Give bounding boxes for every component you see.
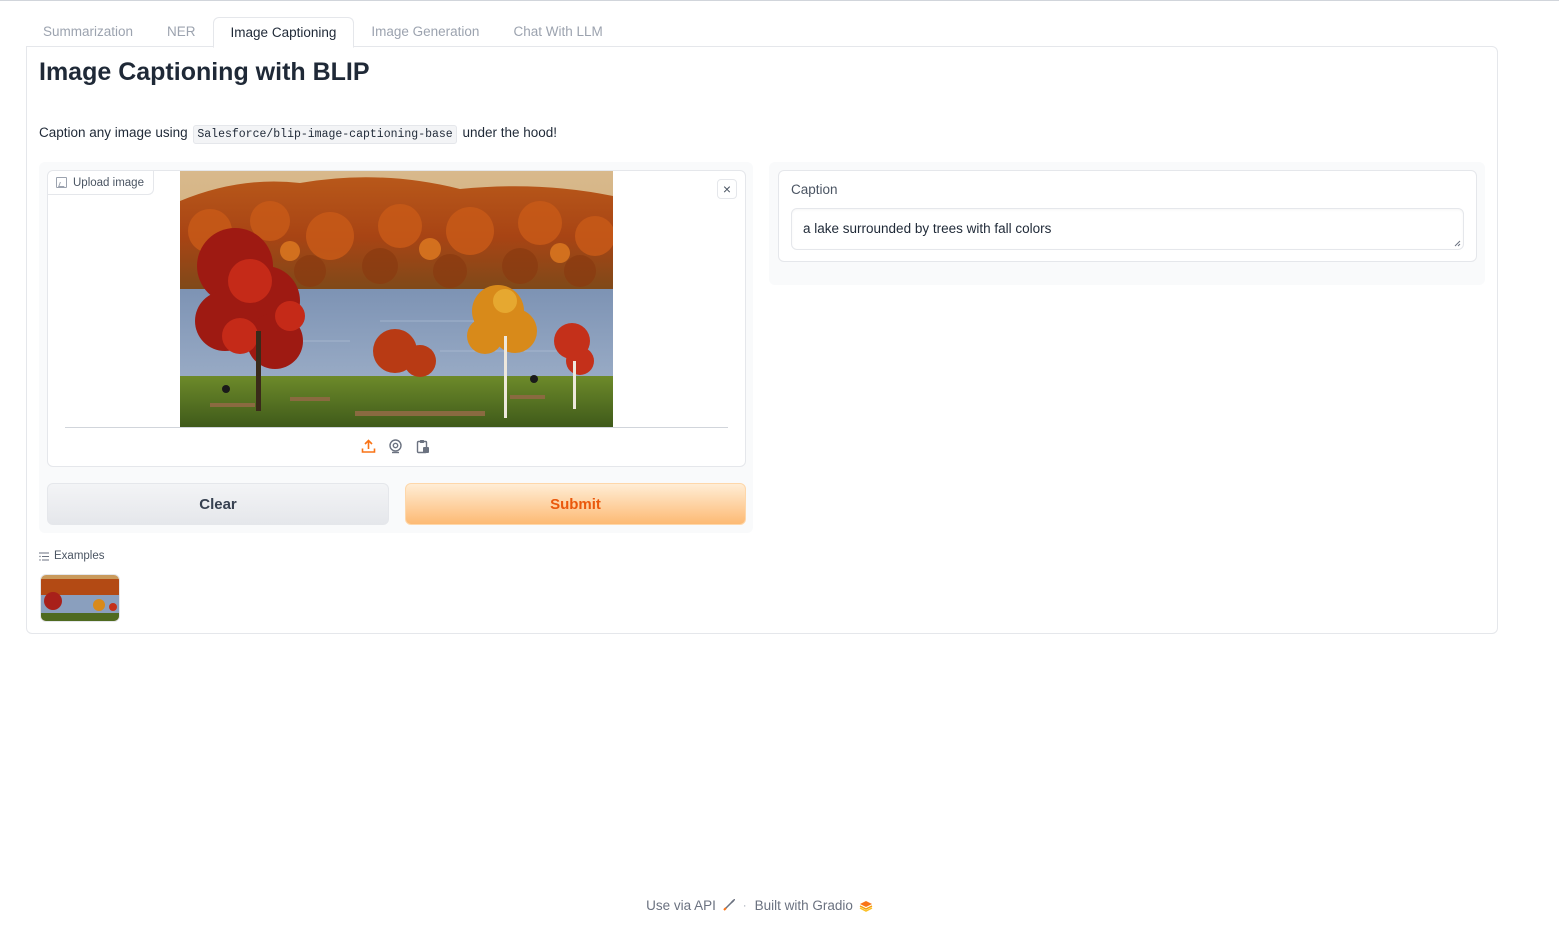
rocket-icon bbox=[723, 899, 735, 911]
examples-label: Examples bbox=[54, 550, 105, 562]
top-divider bbox=[0, 0, 1559, 1]
upload-icon[interactable] bbox=[359, 437, 377, 455]
description-prefix: Caption any image using bbox=[39, 125, 188, 140]
page-title: Image Captioning with BLIP bbox=[39, 58, 370, 86]
built-with-gradio-link[interactable]: Built with Gradio bbox=[755, 898, 873, 913]
examples-header: Examples bbox=[39, 550, 105, 562]
caption-textbox[interactable]: a lake surrounded by trees with fall col… bbox=[791, 208, 1464, 250]
description-suffix: under the hood! bbox=[462, 125, 558, 140]
submit-button[interactable]: Submit bbox=[405, 483, 746, 525]
footer-separator: · bbox=[742, 899, 747, 912]
image-input-label-text: Upload image bbox=[73, 176, 144, 189]
image-input-label: Upload image bbox=[48, 171, 154, 195]
tab-image-generation[interactable]: Image Generation bbox=[354, 17, 496, 47]
use-via-api-link[interactable]: Use via API bbox=[646, 898, 735, 913]
webcam-icon[interactable] bbox=[386, 437, 404, 455]
image-divider bbox=[65, 427, 728, 428]
resize-grip-icon[interactable] bbox=[1454, 240, 1461, 247]
example-thumbnail[interactable] bbox=[40, 574, 120, 622]
clear-button[interactable]: Clear bbox=[47, 483, 389, 525]
gradio-logo-icon bbox=[859, 900, 873, 912]
clear-image-button[interactable]: × bbox=[717, 179, 737, 199]
list-icon bbox=[39, 552, 49, 561]
use-via-api-label: Use via API bbox=[646, 898, 716, 913]
model-name-code: Salesforce/blip-image-captioning-base bbox=[193, 125, 457, 144]
tab-image-captioning[interactable]: Image Captioning bbox=[212, 17, 355, 48]
footer: Use via API · Built with Gradio bbox=[0, 898, 1519, 913]
image-source-toolbar bbox=[359, 437, 431, 455]
tab-ner[interactable]: NER bbox=[150, 17, 213, 47]
clipboard-icon[interactable] bbox=[413, 437, 431, 455]
uploaded-image bbox=[180, 171, 613, 427]
tab-bar: Summarization NER Image Captioning Image… bbox=[26, 17, 620, 48]
tab-summarization[interactable]: Summarization bbox=[26, 17, 150, 47]
tab-chat-with-llm[interactable]: Chat With LLM bbox=[496, 17, 619, 47]
caption-text: a lake surrounded by trees with fall col… bbox=[803, 221, 1052, 236]
built-with-gradio-label: Built with Gradio bbox=[754, 898, 853, 913]
page-description: Caption any image using Salesforce/blip-… bbox=[39, 125, 558, 144]
image-icon bbox=[56, 177, 67, 188]
caption-label: Caption bbox=[791, 182, 838, 197]
